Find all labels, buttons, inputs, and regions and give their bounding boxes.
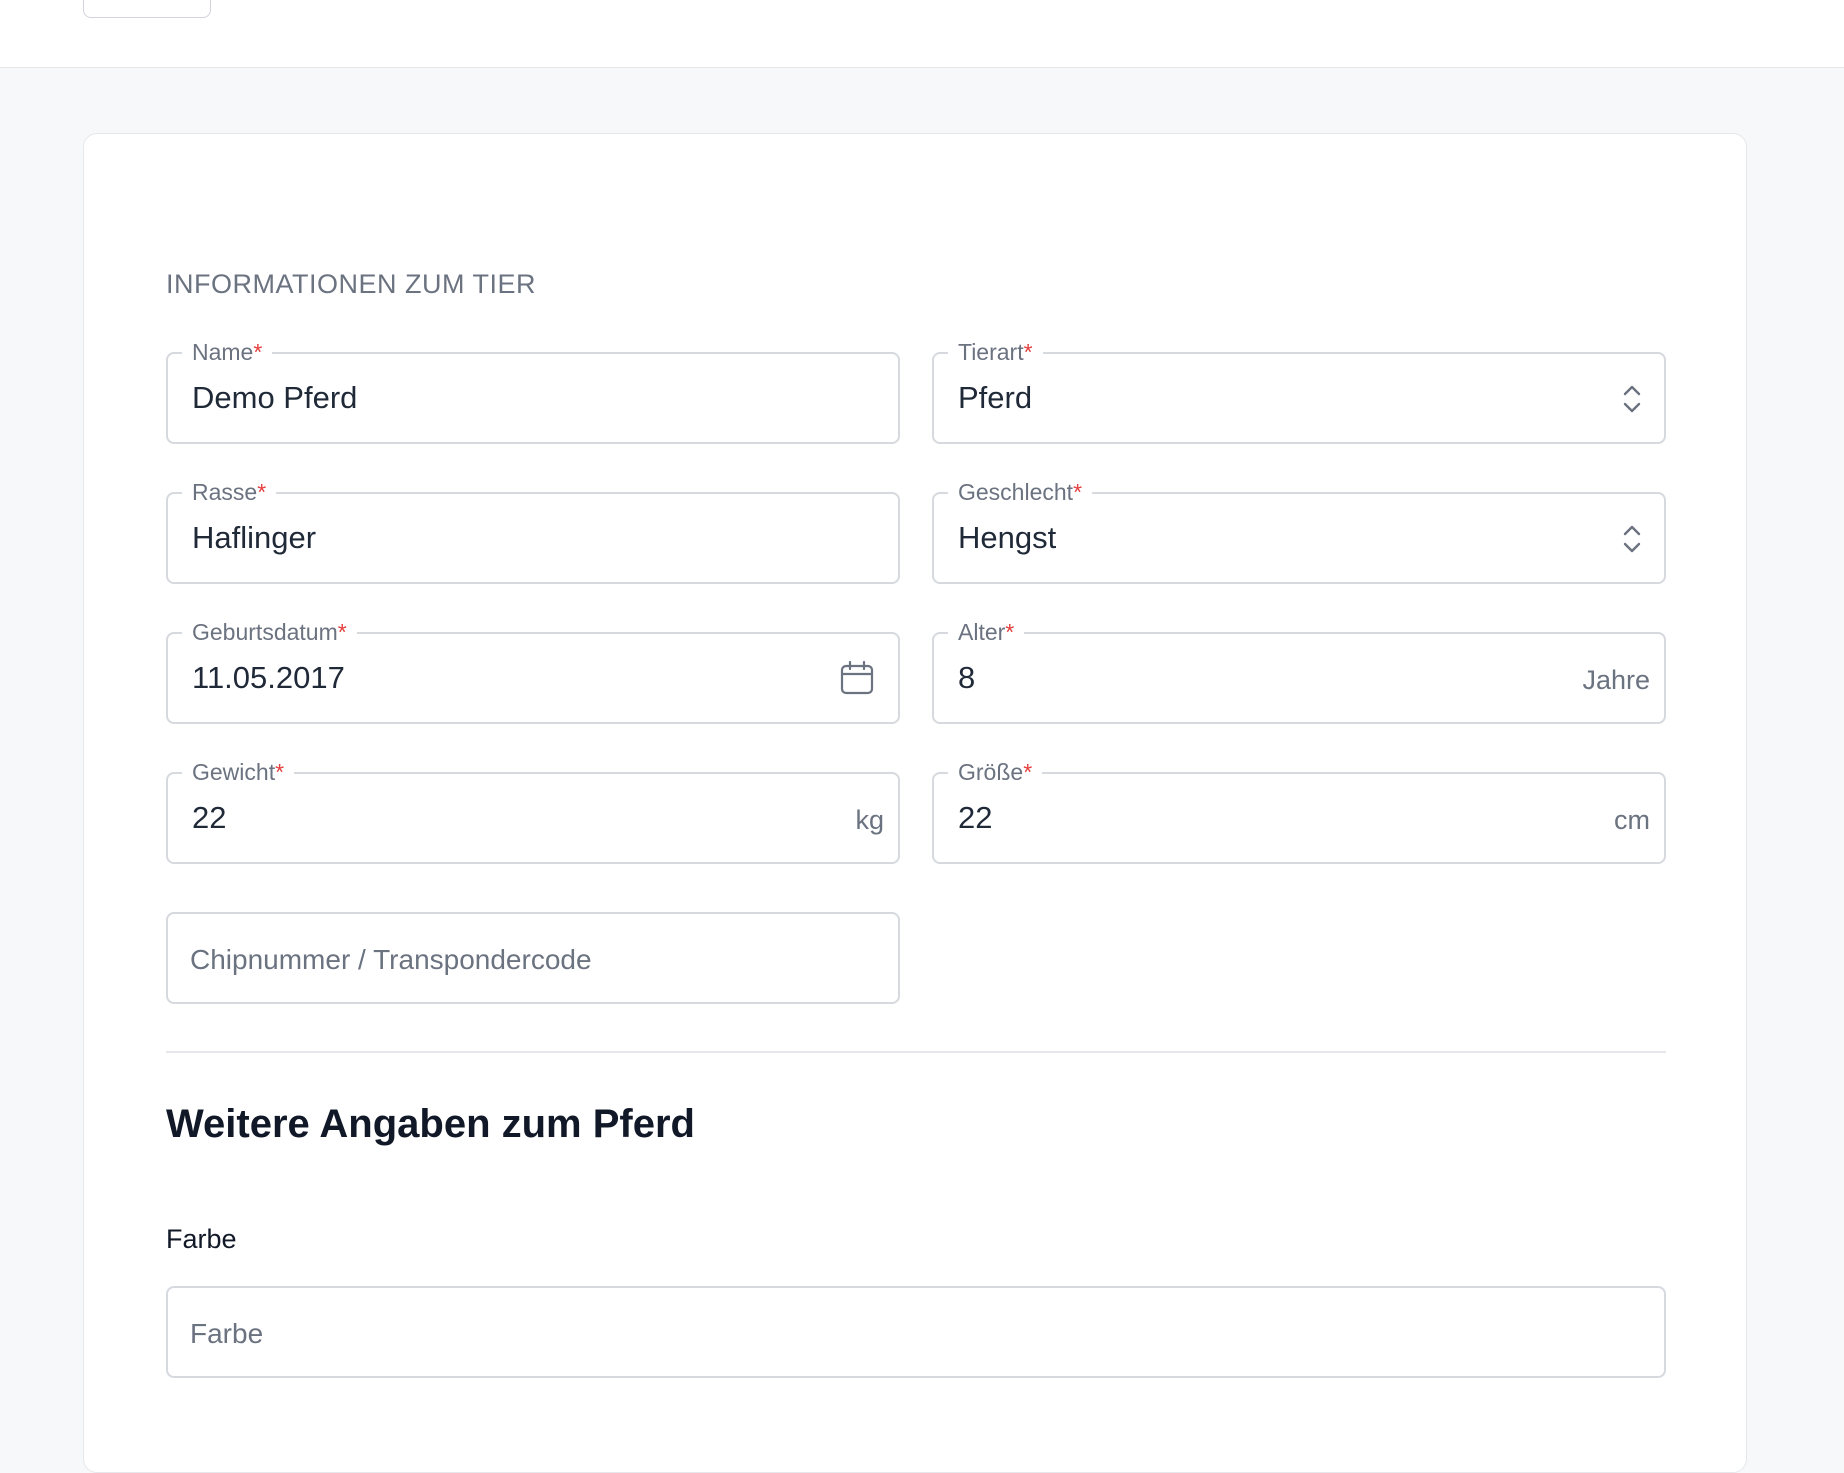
top-bar [0, 0, 1844, 68]
gewicht-unit: kg [855, 805, 884, 835]
farbe-input[interactable]: Farbe [166, 1286, 1666, 1378]
chipnummer-input[interactable]: Chipnummer / Transpondercode [166, 912, 900, 1004]
groesse-field[interactable]: Größe* 22 cm [932, 759, 1666, 864]
rasse-label: Rasse* [182, 479, 277, 505]
groesse-value: 22 [958, 800, 993, 835]
rasse-value: Haflinger [192, 520, 317, 555]
chipnummer-placeholder: Chipnummer / Transpondercode [190, 944, 592, 975]
section-title: INFORMATIONEN ZUM TIER [166, 269, 536, 299]
more-details-heading: Weitere Angaben zum Pferd [166, 1102, 695, 1146]
geschlecht-value: Hengst [958, 520, 1057, 555]
animal-form-card: INFORMATIONEN ZUM TIER Name* Demo Pferd … [83, 133, 1747, 1473]
chevron-up-down-icon [1623, 385, 1641, 413]
geburtsdatum-value: 11.05.2017 [192, 660, 345, 695]
groesse-label: Größe* [948, 759, 1043, 785]
alter-label: Alter* [948, 619, 1025, 645]
top-bar-button[interactable] [83, 0, 211, 18]
geburtsdatum-field[interactable]: Geburtsdatum* 11.05.2017 [166, 619, 900, 724]
calendar-icon[interactable] [840, 660, 874, 696]
tierart-select[interactable]: Tierart* Pferd [932, 339, 1666, 444]
gewicht-field[interactable]: Gewicht* 22 kg [166, 759, 900, 864]
name-label: Name* [182, 339, 273, 365]
rasse-field[interactable]: Rasse* Haflinger [166, 479, 900, 584]
name-value: Demo Pferd [192, 380, 358, 415]
name-field[interactable]: Name* Demo Pferd [166, 339, 900, 444]
geburtsdatum-label: Geburtsdatum* [182, 619, 357, 645]
groesse-unit: cm [1614, 805, 1650, 835]
section-divider [166, 1051, 1666, 1053]
alter-value: 8 [958, 660, 976, 695]
tierart-value: Pferd [958, 380, 1033, 415]
farbe-placeholder: Farbe [190, 1318, 264, 1349]
geschlecht-label: Geschlecht* [948, 479, 1093, 505]
tierart-label: Tierart* [948, 339, 1043, 365]
farbe-label: Farbe [166, 1224, 237, 1254]
alter-unit: Jahre [1582, 665, 1650, 695]
gewicht-value: 22 [192, 800, 227, 835]
geschlecht-select[interactable]: Geschlecht* Hengst [932, 479, 1666, 584]
alter-field[interactable]: Alter* 8 Jahre [932, 619, 1666, 724]
chevron-up-down-icon [1623, 525, 1641, 553]
gewicht-label: Gewicht* [182, 759, 295, 785]
